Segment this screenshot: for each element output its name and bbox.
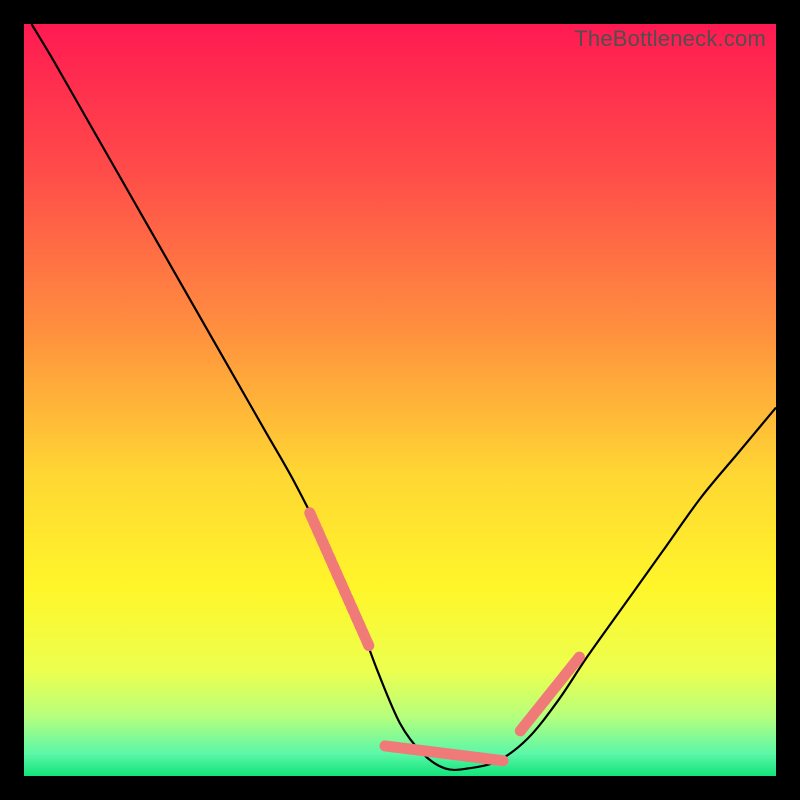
gradient-background: [24, 24, 776, 776]
chart-svg: [24, 24, 776, 776]
plot-area: TheBottleneck.com: [24, 24, 776, 776]
watermark-text: TheBottleneck.com: [574, 26, 766, 52]
chart-frame: TheBottleneck.com: [0, 0, 800, 800]
